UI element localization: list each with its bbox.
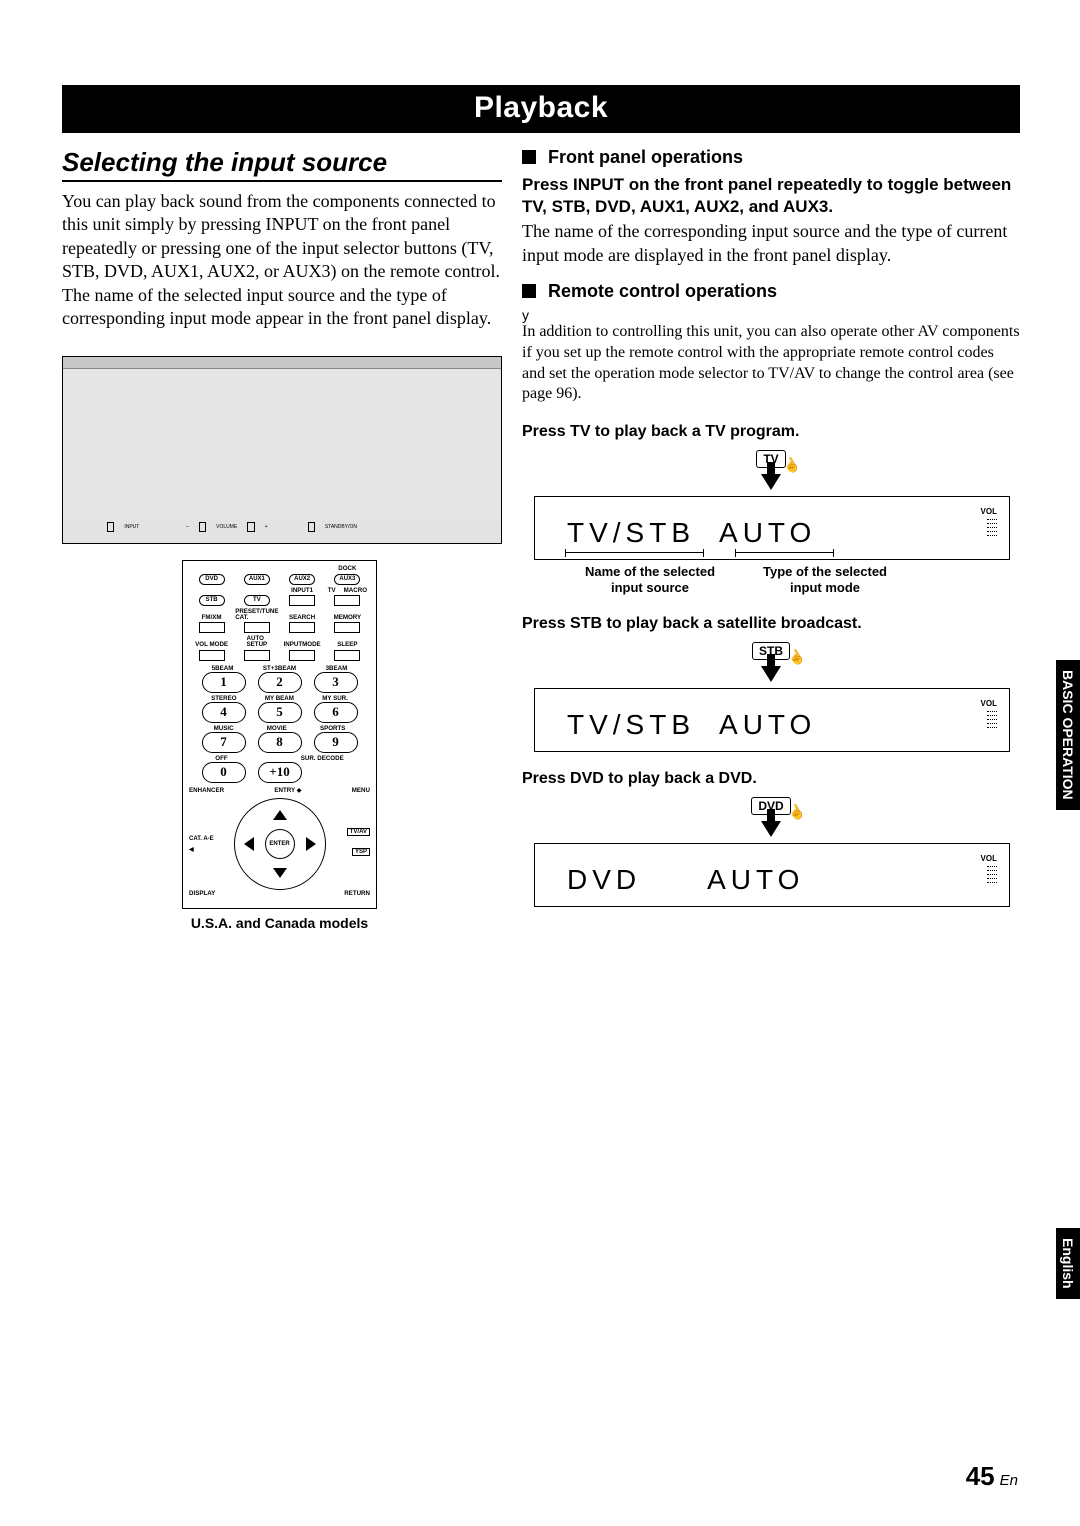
display-panel-tv: VOL TV/STBAUTO (534, 496, 1010, 560)
section-heading: Selecting the input source (62, 147, 502, 182)
display-panel-stb: VOL TV/STBAUTO (534, 688, 1010, 752)
enter-button: ENTER (265, 829, 295, 859)
press-stb-instruction: Press STB to play back a satellite broad… (522, 615, 1020, 633)
vol-down-icon (199, 522, 206, 532)
remote-operations-heading: Remote control operations (522, 281, 1020, 302)
input-button-icon (107, 522, 114, 532)
page-number: 45 En (966, 1461, 1018, 1492)
remote-control-illustration: DVD AUX1 AUX2 DOCKAUX3 STB TV INPUT1 TVM… (182, 560, 377, 908)
volume-label: VOLUME (216, 524, 237, 530)
hand-pointer-icon: ☝ (780, 454, 804, 477)
side-tab-operation: BASIC OPERATION (1056, 660, 1080, 810)
side-tab-english: English (1056, 1228, 1080, 1299)
page-title-bar: Playback (62, 85, 1020, 133)
hand-pointer-icon: ☝ (785, 800, 809, 823)
press-tv-instruction: Press TV to play back a TV program. (522, 423, 1020, 441)
intro-paragraph: You can play back sound from the compone… (62, 190, 502, 330)
front-description: The name of the corresponding input sour… (522, 220, 1020, 267)
vol-up-icon (247, 522, 254, 532)
standby-label: STANDBY/ON (325, 524, 357, 530)
note-marker: y (522, 308, 1020, 322)
remote-caption: U.S.A. and Canada models (182, 915, 377, 931)
down-arrow-icon (761, 666, 781, 682)
press-dvd-instruction: Press DVD to play back a DVD. (522, 770, 1020, 788)
remote-note: In addition to controlling this unit, yo… (522, 322, 1020, 405)
front-bold-instruction: Press INPUT on the front panel repeatedl… (522, 174, 1020, 218)
standby-button-icon (308, 522, 315, 532)
square-bullet-icon (522, 150, 536, 164)
caption-input-source: Name of the selected input source (570, 564, 730, 597)
square-bullet-icon (522, 284, 536, 298)
down-arrow-icon (761, 474, 781, 490)
hand-pointer-icon: ☝ (784, 645, 808, 668)
caption-input-mode: Type of the selected input mode (750, 564, 900, 597)
front-panel-operations-heading: Front panel operations (522, 147, 1020, 168)
front-panel-illustration: INPUT – VOLUME + STANDBY/ON (62, 356, 502, 544)
input-label: INPUT (124, 524, 139, 530)
display-panel-dvd: VOL DVDAUTO (534, 843, 1010, 907)
down-arrow-icon (761, 821, 781, 837)
